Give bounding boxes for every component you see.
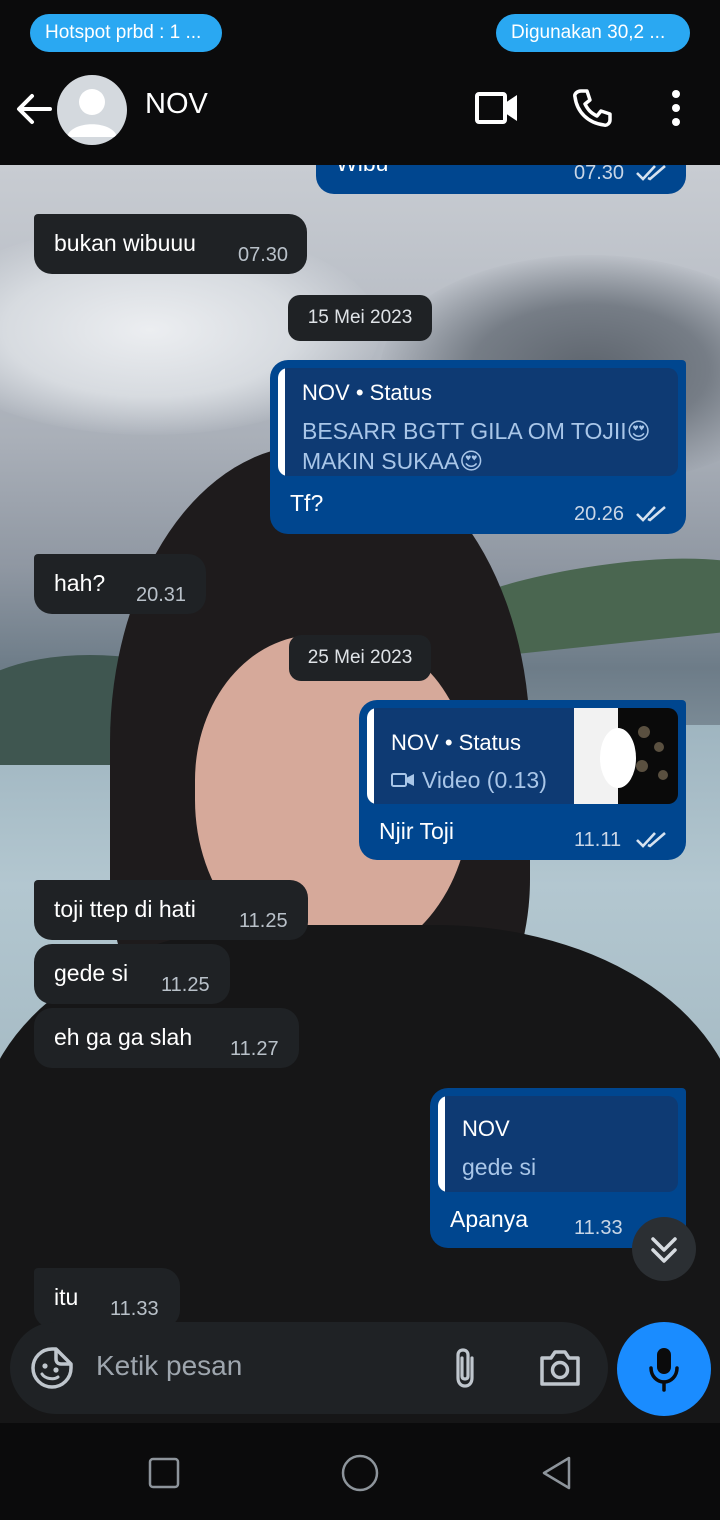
quoted-name: NOV [302, 380, 350, 405]
message-outgoing[interactable]: NOV • Status BESARR BGTT GILA OM TOJII😍 … [270, 360, 686, 534]
separator-dot: • [444, 730, 453, 755]
video-thumbnail[interactable] [574, 708, 678, 804]
quoted-source: Status [458, 730, 522, 755]
contact-name[interactable]: NOV [145, 88, 208, 121]
message-input[interactable]: Ketik pesan [96, 1350, 242, 1382]
message-time: 11.27 [230, 1038, 279, 1060]
back-arrow-icon[interactable] [14, 86, 54, 132]
message-time: 07.30 [574, 162, 625, 184]
message-input-bar[interactable]: Ketik pesan [10, 1322, 608, 1414]
message-outgoing[interactable]: NOV • Status Video (0.13) Njir Toji 11.1… [359, 700, 686, 860]
message-time: 11.11 [574, 829, 622, 851]
message-text: gede si [54, 960, 129, 986]
message-time: 11.25 [161, 974, 210, 996]
message-text: toji ttep di hati [54, 896, 196, 922]
data-usage-pill[interactable]: Digunakan 30,2 ... [496, 14, 690, 52]
date-separator: 15 Mei 2023 [288, 295, 432, 341]
home-button[interactable] [340, 1453, 380, 1493]
double-chevron-down-icon [651, 1237, 677, 1263]
recents-button[interactable] [148, 1457, 180, 1489]
quoted-name: NOV [462, 1116, 510, 1141]
message-text: itu [54, 1284, 79, 1310]
message-time: 20.31 [136, 584, 187, 606]
quoted-status[interactable]: NOV • Status BESARR BGTT GILA OM TOJII😍 … [278, 368, 678, 476]
message-text: Tf? [290, 490, 324, 516]
message-text: hah? [54, 570, 106, 596]
mic-icon [649, 1348, 679, 1392]
message-incoming[interactable]: bukan wibuuu 07.30 [34, 214, 307, 274]
message-time: 07.30 [238, 244, 289, 266]
message-incoming[interactable]: hah? 20.31 [34, 554, 206, 614]
system-navigation-bar [0, 1423, 720, 1520]
message-incoming[interactable]: toji ttep di hati 11.25 [34, 880, 308, 940]
message-time: 11.25 [239, 910, 288, 932]
quoted-status[interactable]: NOV • Status Video (0.13) [367, 708, 678, 804]
status-bar: Hotspot prbd : 1 ... Digunakan 30,2 ... [0, 0, 720, 56]
read-receipt-icon [636, 506, 666, 522]
message-text: Njir Toji [379, 818, 454, 844]
avatar[interactable] [57, 75, 127, 145]
camera-icon[interactable] [538, 1348, 582, 1388]
separator-dot: • [355, 380, 364, 405]
message-time: 11.33 [574, 1217, 623, 1239]
back-button[interactable] [540, 1455, 572, 1491]
date-separator: 25 Mei 2023 [289, 635, 431, 681]
quoted-text: gede si [462, 1154, 537, 1180]
message-incoming[interactable]: eh ga ga slah 11.27 [34, 1008, 299, 1068]
attach-icon[interactable] [450, 1346, 480, 1390]
quoted-name: NOV [391, 730, 439, 755]
message-text: bukan wibuuu [54, 230, 196, 256]
message-text: Apanya [450, 1206, 529, 1232]
quoted-text: BESARR BGTT GILA OM TOJII😍 MAKIN SUKAA😍 [302, 418, 651, 474]
quoted-source: Status [369, 380, 433, 405]
hotspot-pill[interactable]: Hotspot prbd : 1 ... [30, 14, 222, 52]
message-incoming[interactable]: gede si 11.25 [34, 944, 230, 1004]
video-call-icon[interactable] [474, 88, 520, 128]
read-receipt-icon [636, 832, 666, 848]
more-options-icon[interactable] [664, 88, 688, 128]
read-receipt-icon [636, 165, 666, 181]
message-text: eh ga ga slah [54, 1024, 193, 1050]
message-time: 20.26 [574, 503, 625, 525]
sticker-icon[interactable] [30, 1346, 74, 1390]
scroll-to-bottom-button[interactable] [632, 1217, 696, 1281]
video-icon [391, 773, 414, 787]
quoted-text: Video (0.13) [422, 767, 547, 793]
quoted-message[interactable]: NOV gede si [438, 1096, 678, 1192]
avatar-icon [67, 89, 117, 137]
voice-record-button[interactable] [617, 1322, 711, 1416]
phone-call-icon[interactable] [572, 88, 612, 128]
